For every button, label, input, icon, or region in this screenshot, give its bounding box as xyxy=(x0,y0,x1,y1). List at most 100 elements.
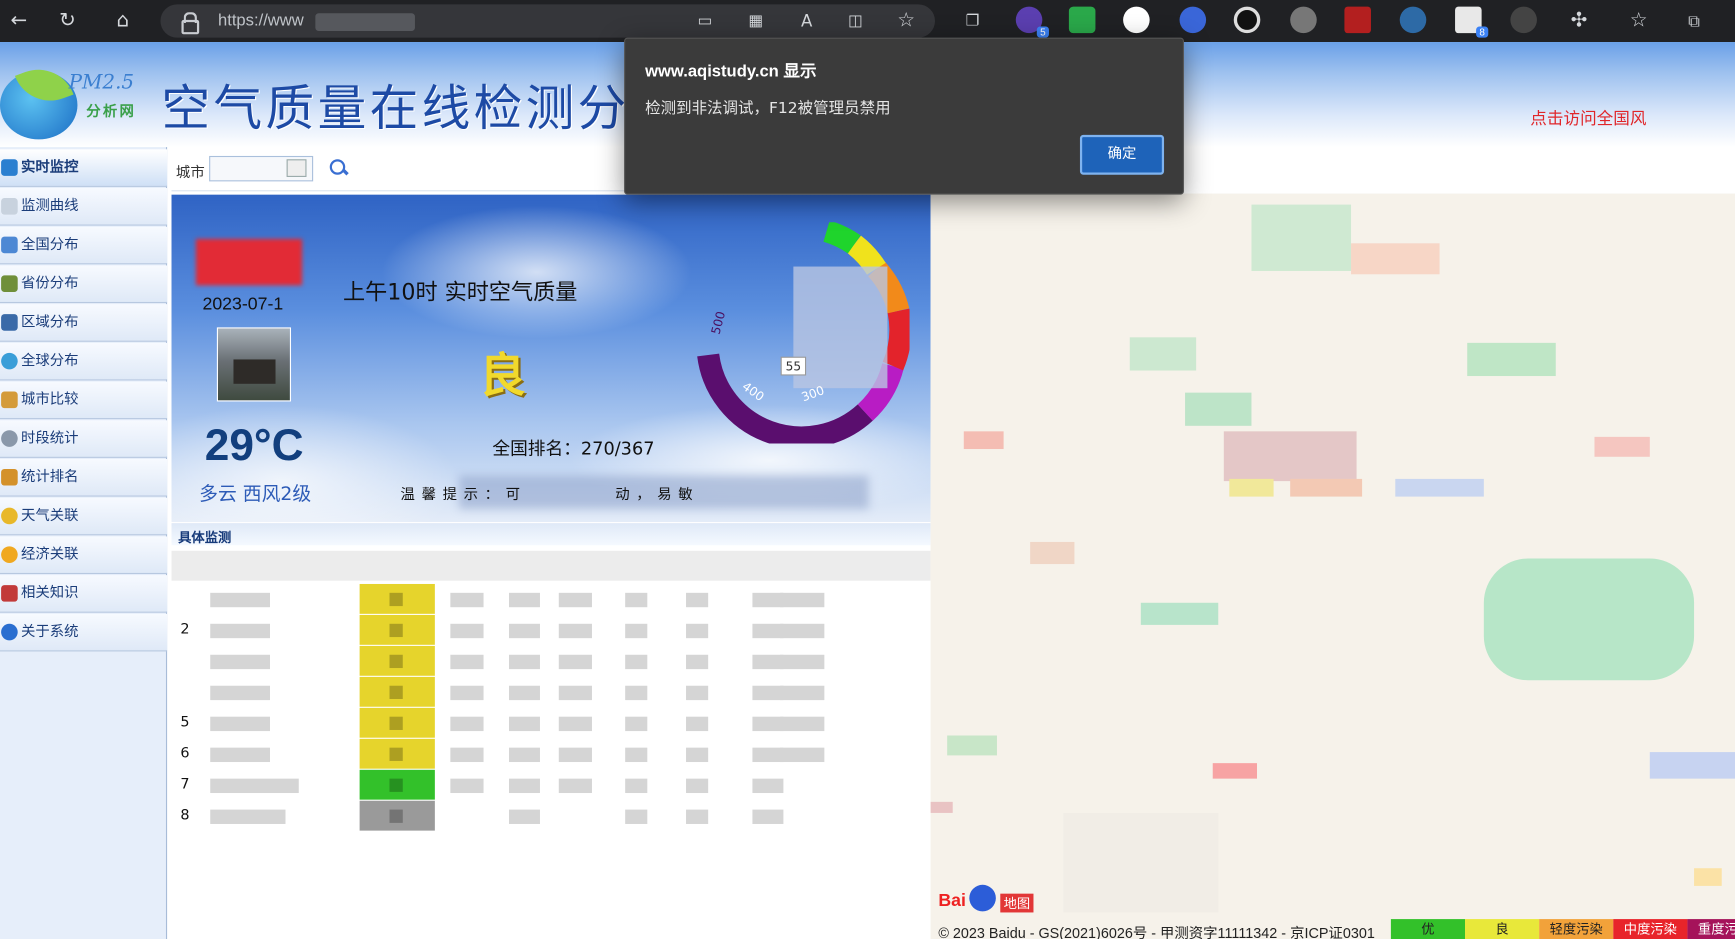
logo-pm25-text: PM2.5 xyxy=(68,70,135,95)
collections-icon[interactable]: ❐ xyxy=(958,7,987,36)
map-copyright: © 2023 Baidu - GS(2021)6026号 - 甲测资字11111… xyxy=(938,924,1375,939)
weather-text: 多云 西风2级 xyxy=(199,483,312,506)
dialog-ok-button[interactable]: 确定 xyxy=(1079,134,1165,175)
table-row[interactable]: 5 xyxy=(172,707,931,738)
baidu-map-logo[interactable]: Bai 地图 xyxy=(938,884,1038,918)
table-row[interactable]: 7 xyxy=(172,769,931,800)
sidebar-item-national[interactable]: 全国分布 xyxy=(0,226,168,265)
puzzle-extensions-icon[interactable]: ✣ xyxy=(1565,7,1594,36)
paw-icon xyxy=(969,884,996,912)
curve-chart-icon xyxy=(1,197,18,215)
city-compare-icon xyxy=(1,391,18,409)
section-title: 具体监测 xyxy=(171,523,931,546)
realtime-aqi-panel: 2023-07-1 上午10时 实时空气质量 良 29°C 多云 西风2级 全国… xyxy=(171,194,931,523)
national-rank: 全国排名：270/367 xyxy=(492,437,655,459)
url-text[interactable]: https://www xyxy=(218,11,304,30)
search-extension-icon[interactable] xyxy=(1179,6,1207,34)
sidebar-item-compare[interactable]: 城市比较 xyxy=(0,381,168,420)
red-extension-icon[interactable] xyxy=(1344,6,1371,34)
browser-toolbar: ← ↻ ⌂ https://www ▭ ▦ A ◫ ☆ ❐ 5 8 ✣ ☆ ⧉ xyxy=(0,0,1735,43)
national-map-icon xyxy=(1,236,18,254)
sidebar-item-knowledge[interactable]: 相关知识 xyxy=(0,575,168,613)
calendar-icon[interactable] xyxy=(286,159,307,177)
legend-excellent: 优 xyxy=(1390,919,1466,939)
aqi-cell xyxy=(359,769,435,800)
table-row[interactable] xyxy=(172,676,931,707)
coin-icon xyxy=(1,546,18,563)
sidebar-item-global[interactable]: 全球分布 xyxy=(0,342,168,381)
home-icon[interactable]: ⌂ xyxy=(108,7,137,36)
cloud-extension-icon[interactable] xyxy=(1290,6,1317,34)
monitor-icon xyxy=(1,159,18,176)
alert-dialog: www.aqistudy.cn 显示 检测到非法调试，F12被管理员禁用 确定 xyxy=(624,37,1184,195)
sidebar-item-region[interactable]: 区域分布 xyxy=(0,304,168,342)
ranking-icon xyxy=(1,468,18,486)
aqi-cell xyxy=(359,800,435,831)
figure-extension-icon[interactable] xyxy=(1399,6,1427,34)
lock-icon[interactable] xyxy=(180,12,200,35)
province-map-icon xyxy=(1,275,18,292)
read-aloud-icon[interactable]: A xyxy=(792,7,821,36)
shield-extension-icon[interactable] xyxy=(1068,6,1096,34)
circle-extension-icon[interactable] xyxy=(1233,6,1261,34)
book-icon xyxy=(1,585,18,602)
legend-light: 轻度污染 xyxy=(1539,919,1614,939)
sidebar-item-curve[interactable]: 监测曲线 xyxy=(0,188,168,226)
sidebar-item-province[interactable]: 省份分布 xyxy=(0,265,168,304)
refresh-icon[interactable]: ↻ xyxy=(53,7,82,36)
logo-sub-text: 分析网 xyxy=(86,103,137,121)
header-link[interactable]: 点击访问全国风 xyxy=(1530,106,1646,129)
sidebar-item-economy[interactable]: 经济关联 xyxy=(0,536,168,575)
search-icon[interactable] xyxy=(328,157,350,179)
aqi-cell xyxy=(359,614,435,645)
panel-date: 2023-07-1 xyxy=(202,295,284,315)
table-row[interactable] xyxy=(172,583,931,614)
table-row[interactable]: 6 xyxy=(172,738,931,769)
split-screen-icon[interactable]: ◫ xyxy=(841,7,870,36)
region-map-icon xyxy=(1,314,18,331)
extensions-grid-icon[interactable]: ▦ xyxy=(741,7,770,36)
aqi-cell xyxy=(359,645,435,676)
table-header-row xyxy=(171,550,931,581)
dialog-title: www.aqistudy.cn 显示 xyxy=(645,61,817,81)
legend-moderate: 中度污染 xyxy=(1613,919,1688,939)
panel-title: 上午10时 实时空气质量 xyxy=(343,278,578,306)
sidebar-item-realtime[interactable]: 实时监控 xyxy=(0,149,168,187)
gauge-tick-500: 500 xyxy=(709,310,729,336)
table-row[interactable]: 2 xyxy=(172,614,931,645)
site-title: 空气质量在线检测分 xyxy=(161,80,630,138)
legend-good: 良 xyxy=(1465,919,1540,939)
aqi-cell xyxy=(359,676,435,707)
app-available-icon[interactable]: ▭ xyxy=(690,7,719,36)
sidebar-item-weather[interactable]: 天气关联 xyxy=(0,497,168,536)
hat-extension-icon[interactable] xyxy=(1510,6,1537,34)
mail-extension-icon[interactable]: 8 xyxy=(1455,6,1489,38)
sidebar-nav: 实时监控 监测曲线 全国分布 省份分布 区域分布 全球分布 城市比较 时段统计 … xyxy=(0,147,168,939)
clock-icon xyxy=(1,430,18,447)
gauge-tick-400: 400 xyxy=(740,379,767,404)
sidebar-item-ranking[interactable]: 统计排名 xyxy=(0,458,168,497)
back-arrow-icon[interactable]: ← xyxy=(4,7,33,36)
city-label: 城市 xyxy=(175,164,205,182)
globe-extension-icon[interactable] xyxy=(1123,6,1150,34)
info-icon xyxy=(1,623,18,641)
collections-plus-icon[interactable]: ⧉ xyxy=(1680,7,1709,36)
city-photo xyxy=(216,327,292,402)
legend-heavy: 重度污染 xyxy=(1687,919,1735,939)
table-row[interactable]: 8 xyxy=(172,800,931,831)
aqi-grade: 良 xyxy=(479,348,526,403)
sidebar-item-about[interactable]: 关于系统 xyxy=(0,613,168,652)
aqi-gauge: 500 400 300 55 xyxy=(697,222,910,444)
sidebar-item-period[interactable]: 时段统计 xyxy=(0,420,168,458)
favorites-list-icon[interactable]: ☆ xyxy=(1624,7,1653,36)
pollution-map[interactable] xyxy=(930,193,1735,939)
redacted-city-name xyxy=(195,238,303,286)
favorite-star-icon[interactable]: ☆ xyxy=(892,7,921,36)
temperature: 29°C xyxy=(204,421,304,471)
globe-icon xyxy=(1,352,18,370)
table-row[interactable] xyxy=(172,645,931,676)
extension-purple-icon[interactable]: 5 xyxy=(1015,6,1049,38)
monitor-table: 2 5 6 7 8 xyxy=(171,550,931,839)
weather-icon xyxy=(1,507,18,525)
gauge-value: 55 xyxy=(786,360,801,374)
